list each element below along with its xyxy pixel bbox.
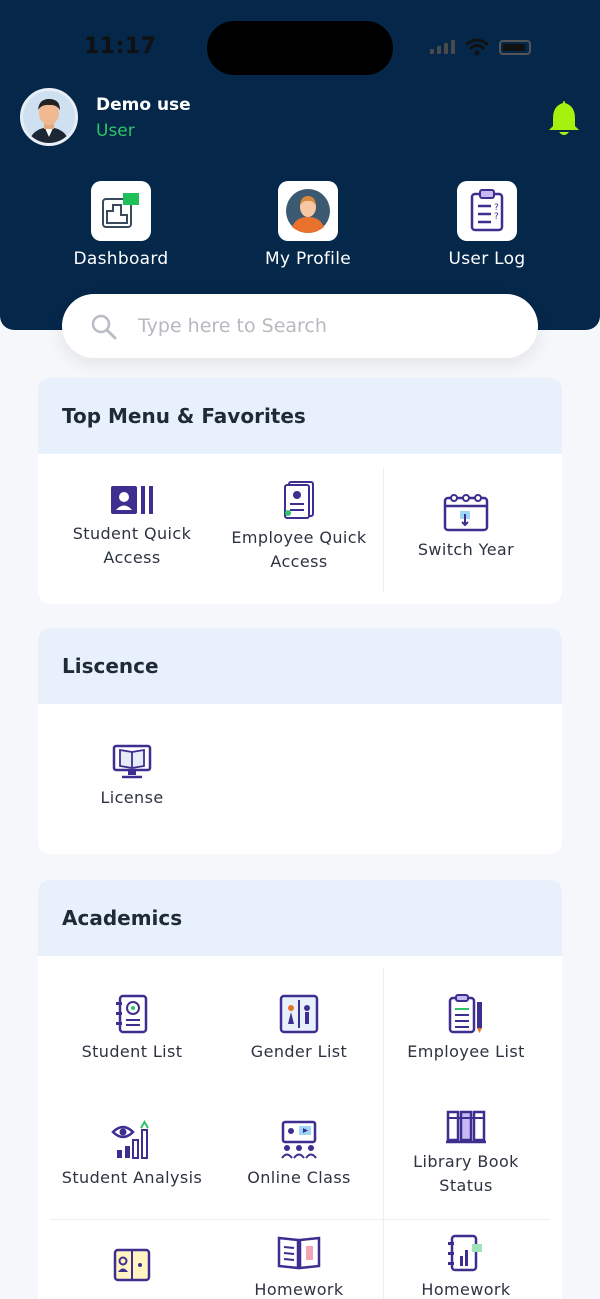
homework-book-icon [277, 1236, 321, 1270]
item-label: Student List [81, 1042, 183, 1061]
user-role: User [96, 121, 135, 141]
dashboard-icon [91, 181, 151, 241]
calendar-icon [443, 494, 489, 532]
id-card-icon [113, 1248, 151, 1282]
student-list-icon [116, 994, 148, 1034]
employee-list-icon [448, 994, 482, 1034]
section-title: Academics [38, 880, 562, 956]
item-label: Employee Quick Access [231, 528, 367, 571]
item-label: Switch Year [417, 540, 515, 559]
item-label: Online Class [247, 1168, 351, 1187]
search-bar[interactable] [62, 294, 538, 358]
section-title: Top Menu & Favorites [38, 378, 562, 454]
homework-report-icon [448, 1234, 482, 1272]
employee-quick-access-item[interactable]: Employee Quick Access [214, 480, 384, 574]
wifi-icon [465, 38, 489, 56]
section-top-menu: Top Menu & Favorites Student Quick Acces… [38, 378, 562, 604]
battery-icon [499, 39, 531, 55]
homework-item[interactable]: Homework [214, 1234, 384, 1299]
app-header: 11:17 Demo use User Dashboard My Profile… [0, 0, 600, 330]
section-title: Liscence [38, 628, 562, 704]
user-name: Demo use [96, 95, 191, 115]
academic-item-7[interactable] [47, 1248, 217, 1288]
status-icons [430, 38, 531, 56]
student-card-icon [111, 486, 153, 514]
item-label: Homework [421, 1280, 511, 1299]
employee-list-item[interactable]: Employee List [381, 994, 551, 1064]
online-class-item[interactable]: Online Class [214, 1120, 384, 1190]
status-time: 11:17 [84, 34, 157, 59]
dynamic-island [207, 21, 393, 75]
library-book-status-item[interactable]: Library Book Status [381, 1108, 551, 1198]
dashboard-button[interactable]: Dashboard [46, 181, 196, 269]
license-item[interactable]: License [47, 742, 217, 810]
gender-list-item[interactable]: Gender List [214, 994, 384, 1064]
license-icon [112, 744, 152, 779]
student-list-item[interactable]: Student List [47, 994, 217, 1064]
my-profile-label: My Profile [265, 249, 351, 269]
student-analysis-icon [111, 1120, 149, 1159]
switch-year-item[interactable]: Switch Year [381, 492, 551, 562]
profile-icon [278, 181, 338, 241]
item-label: Library Book Status [413, 1152, 519, 1195]
item-label: Homework [254, 1280, 344, 1299]
signal-icon [430, 40, 455, 54]
svg-text:?: ? [494, 212, 499, 222]
user-log-icon: ? ? [457, 181, 517, 241]
search-icon [91, 314, 117, 340]
gender-list-icon [279, 994, 319, 1034]
avatar[interactable] [20, 88, 78, 146]
item-label: Gender List [250, 1042, 348, 1061]
homework-report-item[interactable]: Homework [381, 1234, 551, 1299]
item-label: Employee List [407, 1042, 525, 1061]
online-class-icon [281, 1120, 317, 1159]
my-profile-button[interactable]: My Profile [233, 181, 383, 269]
section-academics: Academics Student List Gender List Emplo… [38, 880, 562, 1299]
user-log-label: User Log [448, 249, 526, 269]
library-books-icon [446, 1110, 486, 1144]
dashboard-label: Dashboard [73, 249, 169, 269]
student-analysis-item[interactable]: Student Analysis [47, 1120, 217, 1190]
section-licence: Liscence License [38, 628, 562, 854]
student-quick-access-item[interactable]: Student Quick Access [47, 484, 217, 570]
notification-bell-icon[interactable] [546, 98, 582, 138]
item-label: License [100, 788, 164, 807]
search-input[interactable] [138, 308, 518, 344]
employee-badge-icon [284, 481, 314, 519]
item-label: Student Quick Access [72, 524, 192, 567]
user-log-button[interactable]: ? ? User Log [412, 181, 562, 269]
item-label: Student Analysis [61, 1168, 203, 1187]
